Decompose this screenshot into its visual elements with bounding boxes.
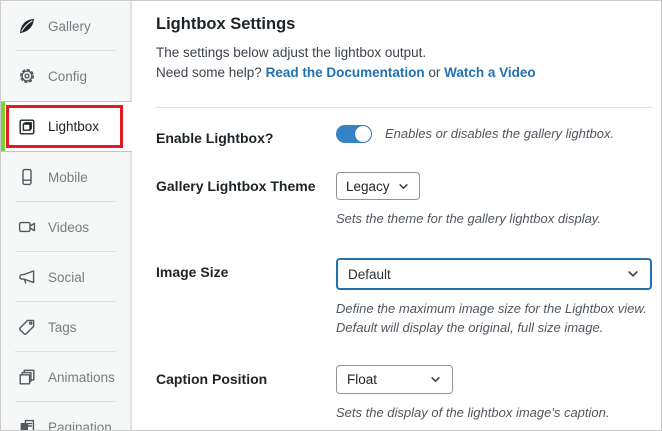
enable-lightbox-row: Enable Lightbox? Enables or disables the…: [156, 124, 652, 146]
sidebar-item-label: Tags: [48, 320, 77, 335]
gear-icon: [17, 66, 37, 86]
layers-icon: [17, 367, 37, 387]
caption-position-helper: Sets the display of the lightbox image's…: [336, 403, 652, 422]
selected-theme-value: Legacy: [346, 179, 390, 194]
image-size-row: Image Size Default Define the maximum im…: [156, 258, 652, 337]
sidebar-item-label: Social: [48, 270, 85, 285]
video-camera-icon: [17, 217, 37, 237]
help-line: Need some help? Read the Documentation o…: [156, 63, 652, 83]
image-size-helper-line2: Default will display the original, full …: [336, 318, 652, 337]
sidebar-item-label: Animations: [48, 370, 115, 385]
chevron-down-icon: [429, 373, 442, 386]
settings-description: The settings below adjust the lightbox o…: [156, 43, 652, 63]
enable-lightbox-label: Enable Lightbox?: [156, 124, 336, 146]
lightbox-theme-helper: Sets the theme for the gallery lightbox …: [336, 209, 652, 228]
leaf-icon: [17, 16, 37, 36]
caption-position-row: Caption Position Float Sets the display …: [156, 365, 652, 422]
watch-video-link[interactable]: Watch a Video: [444, 65, 536, 80]
read-documentation-link[interactable]: Read the Documentation: [266, 65, 425, 80]
header-divider: [156, 107, 652, 108]
image-size-label: Image Size: [156, 258, 336, 280]
image-size-helper-line1: Define the maximum image size for the Li…: [336, 299, 652, 318]
settings-sidebar: Gallery Config Lightbox: [1, 1, 132, 430]
lightbox-theme-label: Gallery Lightbox Theme: [156, 172, 336, 194]
sidebar-item-label: Mobile: [48, 170, 88, 185]
lightbox-theme-row: Gallery Lightbox Theme Legacy Sets the t…: [156, 172, 652, 228]
sidebar-item-label: Config: [48, 69, 87, 84]
help-separator: or: [428, 65, 440, 80]
active-tab-accent: [1, 102, 5, 151]
enable-lightbox-toggle[interactable]: [336, 125, 372, 143]
sidebar-item-videos[interactable]: Videos: [1, 202, 132, 252]
plugin-settings-window: Gallery Config Lightbox: [0, 0, 662, 431]
image-size-helper: Define the maximum image size for the Li…: [336, 299, 652, 337]
tag-icon: [17, 317, 37, 337]
enable-lightbox-helper: Enables or disables the gallery lightbox…: [385, 124, 614, 143]
sidebar-item-label: Gallery: [48, 19, 91, 34]
sidebar-item-animations[interactable]: Animations: [1, 352, 132, 402]
sidebar-item-label: Lightbox: [48, 119, 99, 134]
pages-icon: [17, 417, 37, 431]
selected-caption-position-value: Float: [347, 372, 377, 387]
sidebar-item-tags[interactable]: Tags: [1, 302, 132, 352]
sidebar-item-label: Videos: [48, 220, 89, 235]
chevron-down-icon: [397, 180, 410, 193]
mobile-icon: [17, 167, 37, 187]
toggle-knob: [355, 126, 371, 142]
chevron-down-icon: [626, 267, 640, 281]
megaphone-icon: [17, 267, 37, 287]
sidebar-item-pagination[interactable]: Pagination: [1, 402, 132, 431]
caption-position-label: Caption Position: [156, 365, 336, 387]
image-size-select[interactable]: Default: [336, 258, 652, 290]
sidebar-item-gallery[interactable]: Gallery: [1, 1, 132, 51]
sidebar-item-label: Pagination: [48, 420, 112, 431]
page-title: Lightbox Settings: [156, 15, 652, 34]
lightbox-icon: [17, 117, 37, 137]
sidebar-item-config[interactable]: Config: [1, 51, 132, 101]
help-prefix: Need some help?: [156, 65, 262, 80]
selected-image-size-value: Default: [348, 267, 391, 282]
sidebar-item-mobile[interactable]: Mobile: [1, 152, 132, 202]
caption-position-select[interactable]: Float: [336, 365, 453, 394]
lightbox-theme-select[interactable]: Legacy: [336, 172, 420, 200]
lightbox-settings-panel: Lightbox Settings The settings below adj…: [132, 1, 662, 430]
sidebar-item-lightbox[interactable]: Lightbox: [1, 101, 132, 152]
sidebar-item-social[interactable]: Social: [1, 252, 132, 302]
